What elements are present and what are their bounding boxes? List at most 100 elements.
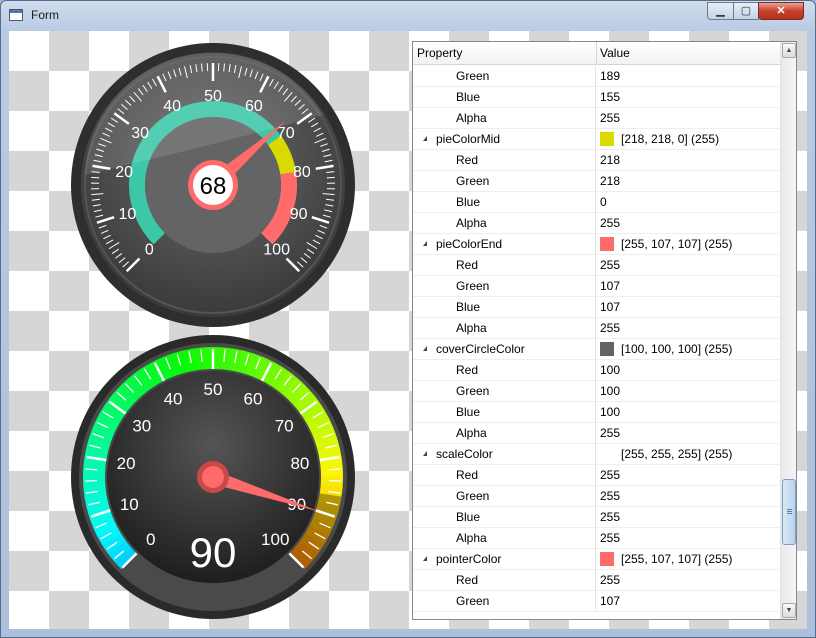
gauge-scale-label: 0 bbox=[145, 242, 154, 259]
property-value[interactable]: 255 bbox=[600, 258, 620, 272]
property-name: Blue bbox=[456, 510, 481, 524]
property-row[interactable]: Red 255 bbox=[413, 255, 780, 276]
property-value[interactable]: 255 bbox=[600, 573, 620, 587]
property-value[interactable]: 255 bbox=[600, 531, 620, 545]
gauge-color-band-segment bbox=[220, 347, 235, 371]
property-group-row[interactable]: scaleColor [255, 255, 255] (255) bbox=[413, 444, 780, 465]
property-value[interactable]: 0 bbox=[600, 195, 607, 209]
property-value[interactable]: [255, 255, 255] (255) bbox=[621, 447, 732, 461]
expand-arrow-icon[interactable] bbox=[423, 346, 427, 351]
property-name: pieColorMid bbox=[436, 132, 501, 146]
gauge-scale-label: 80 bbox=[290, 454, 309, 473]
vertical-scrollbar[interactable]: ▲ ▼ bbox=[780, 42, 796, 619]
property-group-row[interactable]: pieColorMid [218, 218, 0] (255) bbox=[413, 129, 780, 150]
gauge-scale-label: 10 bbox=[119, 206, 137, 223]
close-button[interactable]: ✕ bbox=[758, 2, 804, 20]
property-grid[interactable]: Property Value Green 189 Blue 155 Alpha 255 pi… bbox=[412, 41, 797, 620]
property-row[interactable]: Green 100 bbox=[413, 381, 780, 402]
property-name: Green bbox=[456, 279, 490, 293]
property-value[interactable]: 155 bbox=[600, 90, 620, 104]
property-value[interactable]: 100 bbox=[600, 405, 620, 419]
property-row[interactable]: Alpha 255 bbox=[413, 318, 780, 339]
property-row[interactable]: Blue 107 bbox=[413, 297, 780, 318]
property-value[interactable]: 100 bbox=[600, 384, 620, 398]
title-bar[interactable]: Form ▁ ▢ ✕ bbox=[1, 1, 815, 31]
property-row[interactable]: Green 107 bbox=[413, 276, 780, 297]
property-row[interactable]: Green 218 bbox=[413, 171, 780, 192]
property-value[interactable]: [255, 107, 107] (255) bbox=[621, 552, 732, 566]
gauge-scale-label: 0 bbox=[146, 530, 155, 549]
property-row[interactable]: Red 100 bbox=[413, 360, 780, 381]
property-row[interactable]: Green 255 bbox=[413, 486, 780, 507]
gauge-scale-label: 50 bbox=[204, 380, 223, 399]
property-value[interactable]: 255 bbox=[600, 489, 620, 503]
property-row[interactable]: Blue 100 bbox=[413, 402, 780, 423]
gauge-color-band-segment bbox=[83, 484, 107, 499]
header-value[interactable]: Value bbox=[600, 46, 630, 60]
gauge-scale-label: 60 bbox=[243, 390, 262, 409]
scroll-thumb[interactable] bbox=[782, 479, 796, 545]
gauge-color-band-segment bbox=[282, 377, 306, 402]
property-row[interactable]: Green 107 bbox=[413, 591, 780, 612]
property-group-row[interactable]: pointerColor [255, 107, 107] (255) bbox=[413, 549, 780, 570]
property-row[interactable]: Alpha 255 bbox=[413, 423, 780, 444]
property-value[interactable]: 218 bbox=[600, 174, 620, 188]
property-name: pointerColor bbox=[436, 552, 502, 566]
minimize-button[interactable]: ▁ bbox=[707, 2, 734, 20]
property-name: Blue bbox=[456, 195, 481, 209]
maximize-button[interactable]: ▢ bbox=[733, 2, 759, 20]
property-name: Blue bbox=[456, 405, 481, 419]
property-row[interactable]: Blue 0 bbox=[413, 192, 780, 213]
property-value[interactable]: 255 bbox=[600, 111, 620, 125]
property-value[interactable]: 255 bbox=[600, 468, 620, 482]
property-value[interactable]: 218 bbox=[600, 153, 620, 167]
gauge-minor-tick bbox=[91, 176, 100, 179]
expand-arrow-icon[interactable] bbox=[423, 136, 427, 141]
color-swatch bbox=[600, 237, 614, 251]
property-row[interactable]: Red 255 bbox=[413, 465, 780, 486]
scroll-down-button[interactable]: ▼ bbox=[782, 603, 796, 618]
gauge-color-band-segment bbox=[237, 350, 254, 375]
gauge-scale-label: 20 bbox=[117, 454, 136, 473]
expand-arrow-icon[interactable] bbox=[423, 556, 427, 561]
property-name: Blue bbox=[456, 90, 481, 104]
gauge-value-text: 90 bbox=[190, 529, 237, 576]
property-row[interactable]: Alpha 255 bbox=[413, 108, 780, 129]
property-value[interactable]: 107 bbox=[600, 300, 620, 314]
gauge-minor-tick bbox=[326, 176, 335, 179]
property-row[interactable]: Alpha 255 bbox=[413, 213, 780, 234]
property-row[interactable]: Red 255 bbox=[413, 570, 780, 591]
gauge-scale-label: 100 bbox=[263, 242, 290, 259]
property-value[interactable]: [218, 218, 0] (255) bbox=[621, 132, 719, 146]
property-value[interactable]: [100, 100, 100] (255) bbox=[621, 342, 732, 356]
property-row[interactable]: Alpha 255 bbox=[413, 528, 780, 549]
property-name: Alpha bbox=[456, 111, 487, 125]
scroll-up-button[interactable]: ▲ bbox=[782, 43, 796, 58]
property-value[interactable]: 255 bbox=[600, 510, 620, 524]
property-value[interactable]: 255 bbox=[600, 321, 620, 335]
expand-arrow-icon[interactable] bbox=[423, 241, 427, 246]
property-value[interactable]: 107 bbox=[600, 594, 620, 608]
color-swatch bbox=[600, 342, 614, 356]
property-value[interactable]: 255 bbox=[600, 216, 620, 230]
property-row[interactable]: Red 218 bbox=[413, 150, 780, 171]
property-value[interactable]: 100 bbox=[600, 363, 620, 377]
client-area: 0 10 20 30 40 50 60 70 80 90 100 68 0 10 20 30 40 50 60 70… bbox=[9, 31, 807, 629]
property-name: Alpha bbox=[456, 531, 487, 545]
header-property[interactable]: Property bbox=[417, 46, 462, 60]
property-name: pieColorEnd bbox=[436, 237, 503, 251]
property-row[interactable]: Blue 155 bbox=[413, 87, 780, 108]
property-value[interactable]: 189 bbox=[600, 69, 620, 83]
gauge-color-band-segment bbox=[113, 384, 138, 408]
property-row[interactable]: Green 189 bbox=[413, 66, 780, 87]
property-name: Red bbox=[456, 468, 479, 482]
gauge-scale-label: 100 bbox=[261, 530, 289, 549]
property-value[interactable]: 107 bbox=[600, 279, 620, 293]
property-row[interactable]: Blue 255 bbox=[413, 507, 780, 528]
gauge-scale-label: 70 bbox=[277, 125, 295, 142]
property-group-row[interactable]: pieColorEnd [255, 107, 107] (255) bbox=[413, 234, 780, 255]
property-value[interactable]: [255, 107, 107] (255) bbox=[621, 237, 732, 251]
property-value[interactable]: 255 bbox=[600, 426, 620, 440]
property-group-row[interactable]: coverCircleColor [100, 100, 100] (255) bbox=[413, 339, 780, 360]
expand-arrow-icon[interactable] bbox=[423, 451, 427, 456]
